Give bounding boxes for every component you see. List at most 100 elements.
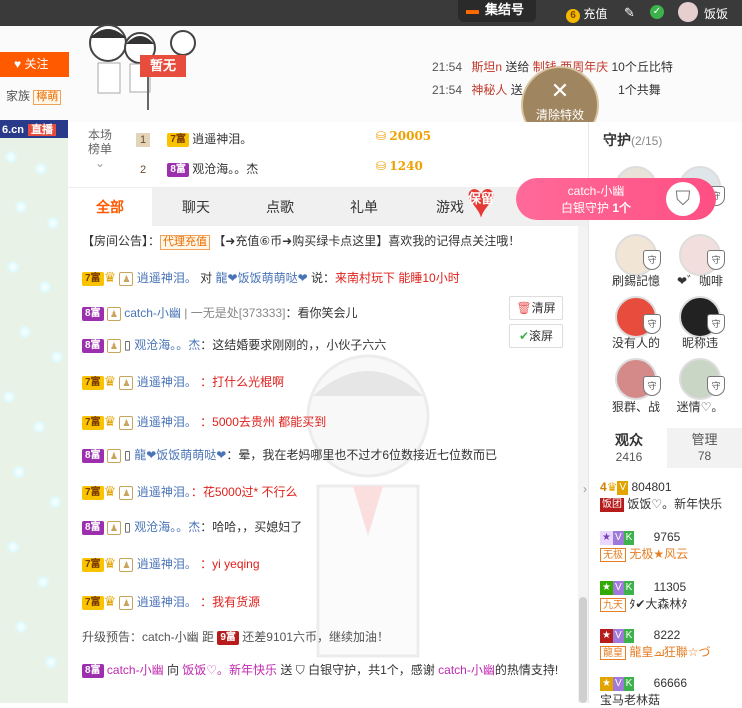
shield-icon: ⛉ (295, 663, 305, 677)
vip-icon: ♟ (119, 415, 134, 430)
k-badge-icon: K (623, 580, 635, 595)
close-icon: ✕ (550, 78, 570, 103)
vip-icon: ♟ (106, 306, 121, 321)
guard-shield-icon: 守 (707, 314, 725, 334)
tab-gifts[interactable]: 礼单 (322, 188, 406, 226)
status-flag: 暂无 (140, 55, 186, 77)
ranking-label[interactable]: 本场 榜单 ⌄ (88, 128, 112, 170)
crown-icon: ♛ (103, 413, 117, 429)
audience-row[interactable]: ★ V K 66666 宝马老林菇 (600, 676, 687, 708)
family-row: 家族 檸萌 (6, 87, 62, 105)
tab-all[interactable]: 全部 (68, 188, 152, 226)
role-badge-icon: ★ (600, 628, 613, 643)
coins-icon: ⛁ (376, 159, 387, 173)
ranking-row: 2 8富 观沧海。。杰 (139, 162, 259, 177)
brand-bar: 6.cn 直播 (0, 120, 68, 138)
guard-popup[interactable]: catch-小幽 白银守护 1个 ⛉ (516, 178, 716, 220)
keep-heart-button[interactable]: ♥ 保留 (458, 175, 504, 225)
coins-icon: ⛁ (376, 129, 387, 143)
v-badge-icon: V (612, 676, 624, 691)
clear-screen-button[interactable]: 🗑清屏 (509, 296, 563, 320)
tab-admin[interactable]: 管理 78 (667, 428, 742, 468)
verified-icon: ✓ (650, 5, 664, 19)
vip-icon: ♟ (106, 520, 121, 535)
chat-message: 8富 ♟ ▯ 龍❤饭饭萌萌哒❤：晕，我在老妈哪里也不过才6位数接近七位数而已 (82, 446, 497, 464)
audience-row[interactable]: ★ V K 9765 无极 无极★风云 (600, 530, 688, 562)
role-badge-icon: ★ (600, 580, 613, 595)
guard-shield-icon: 守 (643, 250, 661, 270)
family-tag[interactable]: 檸萌 (33, 90, 62, 105)
guard-shield-icon: 守 (643, 314, 661, 334)
assembly-button[interactable]: ▬ 集结号 (458, 0, 536, 22)
upgrade-notice: 升级预告：catch-小幽 距 9富 还差9101六币，继续加油！ (82, 630, 389, 645)
audience-tabs: 观众 2416 管理 78 (591, 428, 742, 468)
phone-icon: ▯ (124, 338, 131, 352)
ranking-score: ⛁ 20005 (376, 129, 432, 143)
tab-audience[interactable]: 观众 2416 (591, 428, 667, 468)
guard-shield-icon: 守 (707, 250, 725, 270)
audience-row[interactable]: ★ V K 8222 龍皇 龍皇ച狂聯☆づ (600, 628, 710, 660)
chat-tabs: 全部 聊天 点歌 礼单 游戏 (68, 188, 588, 226)
room-notice: 【房间公告】： 代理充值 【➜充值⑥币➜购买绿卡点这里】喜欢我的记得点关注哦！ (82, 234, 521, 250)
chat-message: 7富 ♛ ♟ 逍遥神泪。 ：5000去贵州 都能买到 (82, 412, 326, 431)
crown-icon: ♛ (103, 593, 117, 609)
vip-icon: ♟ (119, 375, 134, 390)
assembly-icon: ▬ (466, 2, 479, 17)
k-badge-icon: K (623, 530, 635, 545)
k-badge-icon: K (623, 628, 635, 643)
crown-icon: ♛ (606, 480, 618, 494)
follow-button[interactable]: ♥ 关注 (0, 52, 69, 77)
audience-row[interactable]: ★ V K 11305 九天 ﾀ✔大森林ﾀ (600, 580, 687, 612)
phone-icon: ▯ (124, 448, 131, 462)
vip-icon: ♟ (119, 595, 134, 610)
auto-scroll-button[interactable]: ✔滚屏 (509, 324, 563, 348)
crown-icon: ♛ (103, 269, 117, 285)
v-badge-icon: V (612, 580, 624, 595)
v-badge-icon: V (612, 628, 624, 643)
chat-message: 7富 ♛ ♟ 逍遥神泪。 ：打什么光棍啊 (82, 372, 284, 391)
chat-message: 7富 ♛ ♟ 逍遥神泪。 ：yi yeqing (82, 554, 260, 573)
coin-icon: 6 (566, 9, 580, 23)
edit-icon[interactable]: ✎ (624, 5, 635, 21)
trash-icon: 🗑 (516, 301, 532, 315)
guard-shield-icon: ⛉ (666, 182, 700, 216)
collapse-panel-icon[interactable]: › (583, 482, 587, 496)
crown-icon: ♛ (103, 483, 117, 499)
session-ranking: 本场 榜单 ⌄ 1 7富 逍遥神泪。 ⛁ 20005 2 8富 观沧海。。杰 ⛁… (68, 122, 588, 188)
tab-song[interactable]: 点歌 (238, 188, 322, 226)
chat-message: 7富 ♛ ♟ 逍遥神泪。：花5000过* 不行么 (82, 482, 298, 501)
chat-message: 8富 ♟ catch-小幽 | 一无是处[373333]：看你笑会儿 (82, 304, 358, 322)
chevron-down-icon: ⌄ (94, 156, 106, 170)
video-stream-strip[interactable] (0, 120, 68, 703)
check-circle-icon: ✔ (518, 329, 530, 343)
audience-row[interactable]: 4♛ V 804801 饭团 饭饭♡。新年快乐 (600, 480, 722, 512)
chat-panel: 【房间公告】： 代理充值 【➜充值⑥币➜购买绿卡点这里】喜欢我的记得点关注哦！ 7… (68, 226, 588, 703)
ranking-score: ⛁ 1240 (376, 159, 423, 173)
gift-message: 8富 catch-小幽 向 饭饭♡。新年快乐 送 ⛉ 白银守护，共1个，感谢 c… (82, 660, 582, 680)
guard-shield-icon: 守 (643, 376, 661, 396)
v-badge-icon: V (612, 530, 624, 545)
chat-message: 8富 ♟ ▯ 观沧海。。杰：这结婚要求刚刚的，，小伙子六六 (82, 336, 386, 354)
vip-icon: ♟ (106, 338, 121, 353)
vip-icon: ♟ (106, 448, 121, 463)
guard-shield-icon: 守 (707, 376, 725, 396)
vip-icon: ♟ (119, 485, 134, 500)
vip-icon: ♟ (119, 557, 134, 572)
crown-icon: ♛ (103, 373, 117, 389)
role-badge-icon: ★ (600, 530, 613, 545)
user-avatar[interactable] (678, 2, 698, 22)
guard-title: 守护(2/15) (603, 132, 663, 148)
k-badge-icon: K (623, 676, 635, 691)
chat-scrollbar-thumb[interactable] (579, 597, 587, 703)
ranking-row: 1 7富 逍遥神泪。 (136, 130, 252, 147)
phone-icon: ▯ (124, 520, 131, 534)
vip-icon: ♟ (119, 271, 134, 286)
crown-icon: ♛ (103, 555, 117, 571)
role-badge-icon: ★ (600, 676, 613, 691)
chat-message: 7富 ♛ ♟ 逍遥神泪。 对 龍❤饭饭萌萌哒❤ 说：来南村玩下 能睡10小时 (82, 268, 460, 287)
heart-icon: ♥ (14, 57, 22, 71)
chat-message: 7富 ♛ ♟ 逍遥神泪。 ：我有货源 (82, 592, 260, 611)
chat-message: 8富 ♟ ▯ 观沧海。。杰：哈哈，，买媳妇了 (82, 518, 302, 536)
tab-chat[interactable]: 聊天 (154, 188, 238, 226)
recharge-link[interactable]: 6 充值 (566, 5, 607, 23)
